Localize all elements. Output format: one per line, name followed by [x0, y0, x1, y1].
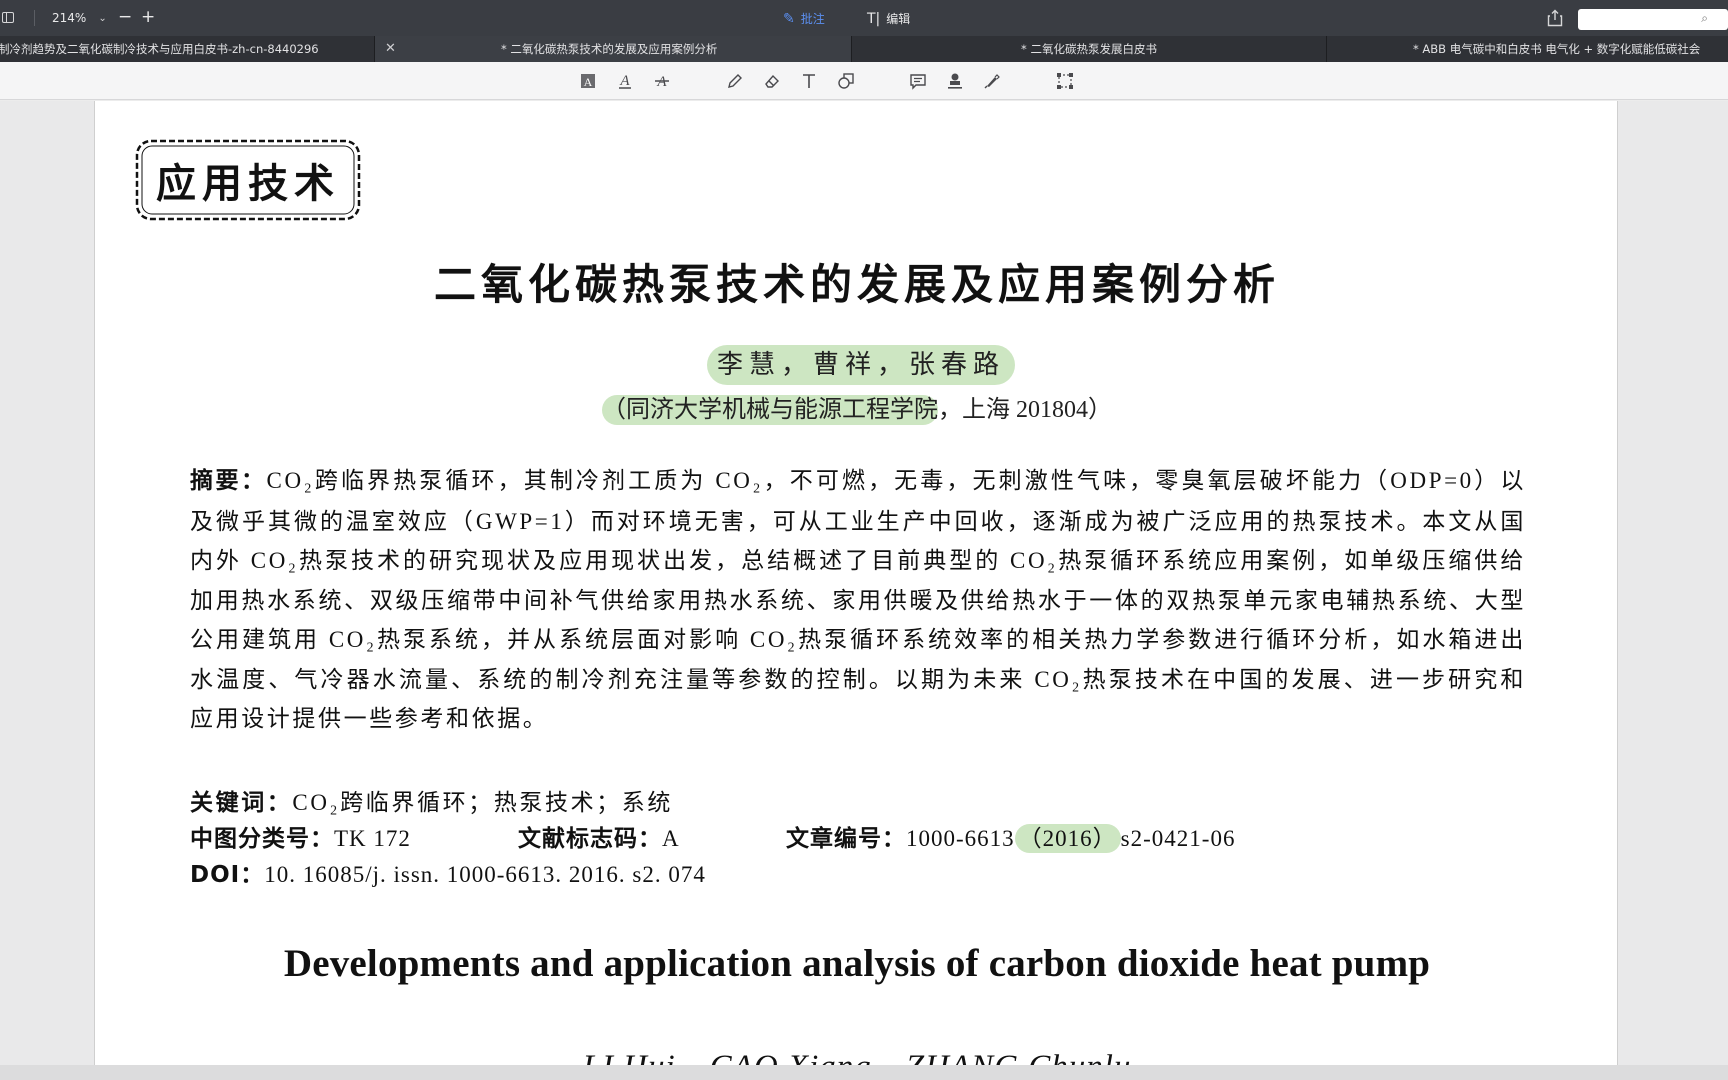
keywords-line: 关键词：CO₂跨临界循环；热泵技术；系统 — [190, 783, 673, 817]
keywords-label: 关键词： — [190, 790, 293, 816]
article-no-year: （2016） — [1014, 824, 1121, 853]
search-icon: ⌕ — [1701, 11, 1708, 25]
section-stamp: 应用技术 — [131, 135, 365, 225]
svg-text:A: A — [584, 75, 593, 89]
doc-code-label: 文献标志码： — [518, 826, 662, 852]
top-toolbar: 214% ⌄ − + ✎ 批注 T| 编辑 ⌕ — [0, 0, 1728, 36]
edit-mode-button[interactable]: T| 编辑 — [867, 10, 910, 27]
eraser-tool-icon[interactable] — [761, 70, 783, 92]
affiliation-highlighted: （同济大学机械与能源工程学院 — [602, 395, 938, 425]
search-input[interactable] — [1584, 9, 1694, 28]
tab-co2-heat-pump-whitepaper[interactable]: * 二氧化碳热泵发展白皮书 — [852, 36, 1327, 62]
document-viewport[interactable]: 应用技术 二氧化碳热泵技术的发展及应用案例分析 李慧，曹祥，张春路 （同济大学机… — [0, 101, 1728, 1065]
affiliation-rest: ，上海 201804） — [938, 397, 1112, 423]
text-strikethrough-tool-icon[interactable]: A — [651, 70, 673, 92]
tab-label: * 二氧化碳热泵技术的发展及应用案例分析 — [501, 42, 718, 56]
authors-en: LI Hui，CAO Xiang，ZHANG Chunlu — [95, 1039, 1619, 1065]
svg-text:A: A — [656, 74, 667, 90]
signature-tool-icon[interactable] — [981, 70, 1003, 92]
annotate-mode-button[interactable]: ✎ 批注 — [783, 10, 825, 27]
shape-tool-icon[interactable] — [835, 70, 857, 92]
doi-line: DOI：10. 16085/j. issn. 1000-6613. 2016. … — [190, 855, 706, 889]
clc-value: TK 172 — [334, 826, 411, 851]
annotate-label: 批注 — [800, 12, 825, 26]
svg-text:A: A — [619, 73, 630, 89]
doi-value: 10. 16085/j. issn. 1000-6613. 2016. s2. … — [264, 862, 706, 887]
text-box-tool-icon[interactable] — [798, 70, 820, 92]
text-underline-tool-icon[interactable]: A — [614, 70, 636, 92]
section-stamp-text: 应用技术 — [156, 161, 340, 207]
edit-label: 编辑 — [886, 12, 911, 26]
pdf-page: 应用技术 二氧化碳热泵技术的发展及应用案例分析 李慧，曹祥，张春路 （同济大学机… — [94, 101, 1618, 1065]
zoom-level: 214% — [52, 11, 87, 25]
zoom-in-button[interactable]: + — [141, 7, 155, 27]
bottom-scroll-strip — [0, 1065, 1728, 1080]
search-field[interactable]: ⌕ — [1578, 9, 1728, 30]
close-tab-icon[interactable]: ✕ — [385, 36, 396, 62]
authors-cn: 李慧，曹祥，张春路 — [707, 345, 1016, 385]
pencil-tool-icon[interactable] — [724, 70, 746, 92]
text-highlight-tool-icon[interactable]: A — [577, 70, 599, 92]
chevron-down-icon: ⌄ — [98, 12, 107, 24]
affiliation-cn: （同济大学机械与能源工程学院，上海 201804） — [95, 389, 1619, 425]
stamp-tool-icon[interactable] — [944, 70, 966, 92]
sidebar-toggle-icon[interactable] — [2, 12, 14, 23]
article-no-field: 文章编号：1000-6613 （2016） s2-0421-06 — [786, 819, 1235, 853]
article-no-prefix: 1000-6613 — [906, 826, 1015, 851]
note-tool-icon[interactable] — [907, 70, 929, 92]
abstract-label: 摘要： — [190, 468, 267, 494]
doi-label: DOI： — [190, 862, 265, 888]
abstract: 摘要：CO₂跨临界热泵循环，其制冷剂工质为 CO₂，不可燃，无毒，无刺激性气味，… — [190, 461, 1526, 739]
tab-abb-whitepaper[interactable]: * ABB 电气碳中和白皮书 电气化 + 数字化赋能低碳社会 — [1327, 36, 1728, 62]
area-select-tool-icon[interactable] — [1054, 70, 1076, 92]
annotation-toolbar: A A A — [0, 62, 1728, 100]
zoom-dropdown[interactable]: 214% ⌄ — [52, 11, 107, 25]
abstract-text: CO₂跨临界热泵循环，其制冷剂工质为 CO₂，不可燃，无毒，无刺激性气味，零臭氧… — [190, 468, 1527, 731]
share-icon[interactable] — [1547, 9, 1563, 27]
classification-line: 中图分类号：TK 172 文献标志码：A 文章编号：1000-6613 （2016… — [190, 819, 1526, 853]
tab-refrigerant-whitepaper[interactable]: 制冷剂趋势及二氧化碳制冷技术与应用白皮书-zh-cn-8440296 — [0, 36, 375, 62]
keywords-text: CO₂跨临界循环；热泵技术；系统 — [292, 790, 673, 815]
doc-code-value: A — [662, 826, 680, 851]
paper-title-cn: 二氧化碳热泵技术的发展及应用案例分析 — [433, 260, 1280, 309]
toolbar-divider — [34, 10, 35, 26]
pen-icon: ✎ — [783, 10, 795, 27]
paper-title-en: Developments and application analysis of… — [283, 942, 1431, 985]
tab-label: 制冷剂趋势及二氧化碳制冷技术与应用白皮书-zh-cn-8440296 — [0, 42, 319, 56]
document-tab-bar: 制冷剂趋势及二氧化碳制冷技术与应用白皮书-zh-cn-8440296 ✕ * 二… — [0, 36, 1728, 62]
text-cursor-icon: T| — [867, 10, 881, 27]
clc-field: 中图分类号：TK 172 — [190, 819, 411, 853]
article-no-suffix: s2-0421-06 — [1120, 826, 1236, 851]
tab-co2-heat-pump-analysis[interactable]: ✕ * 二氧化碳热泵技术的发展及应用案例分析 — [375, 36, 852, 62]
clc-label: 中图分类号： — [190, 826, 334, 852]
tab-label: * ABB 电气碳中和白皮书 电气化 + 数字化赋能低碳社会 — [1413, 42, 1701, 56]
tab-label: * 二氧化碳热泵发展白皮书 — [1021, 42, 1157, 56]
zoom-out-button[interactable]: − — [118, 7, 132, 27]
article-no-label: 文章编号： — [786, 826, 906, 852]
doc-code-field: 文献标志码：A — [518, 819, 680, 853]
